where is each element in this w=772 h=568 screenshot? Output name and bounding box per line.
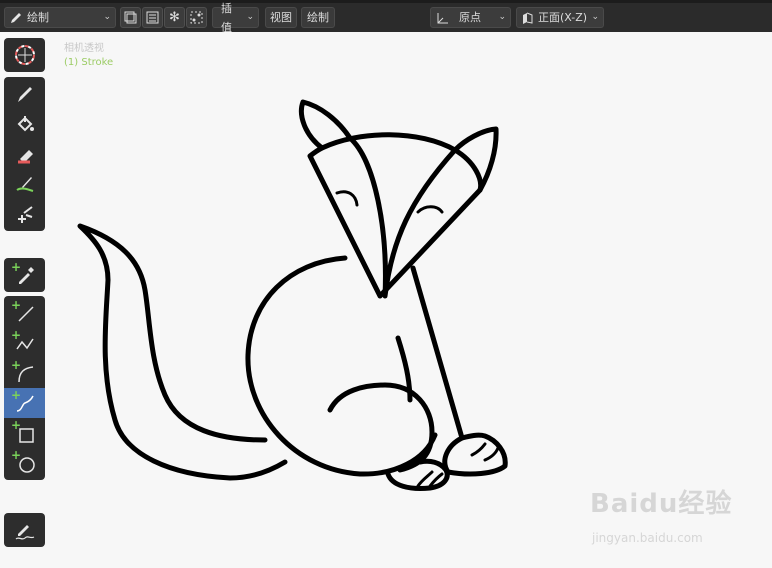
watermark-url: jingyan.baidu.com bbox=[592, 531, 703, 545]
fox-right-eye bbox=[416, 205, 444, 214]
fox-front-leg bbox=[410, 265, 465, 441]
fox-right-ear bbox=[452, 126, 499, 193]
baidu-watermark: Baidu经验 jingyan.baidu.com bbox=[590, 483, 733, 545]
watermark-brand: Baidu经验 bbox=[590, 489, 733, 519]
fox-left-eye bbox=[335, 190, 359, 207]
fox-head bbox=[307, 132, 484, 299]
fox-paw-toes bbox=[470, 442, 500, 462]
fox-tail bbox=[77, 223, 288, 481]
